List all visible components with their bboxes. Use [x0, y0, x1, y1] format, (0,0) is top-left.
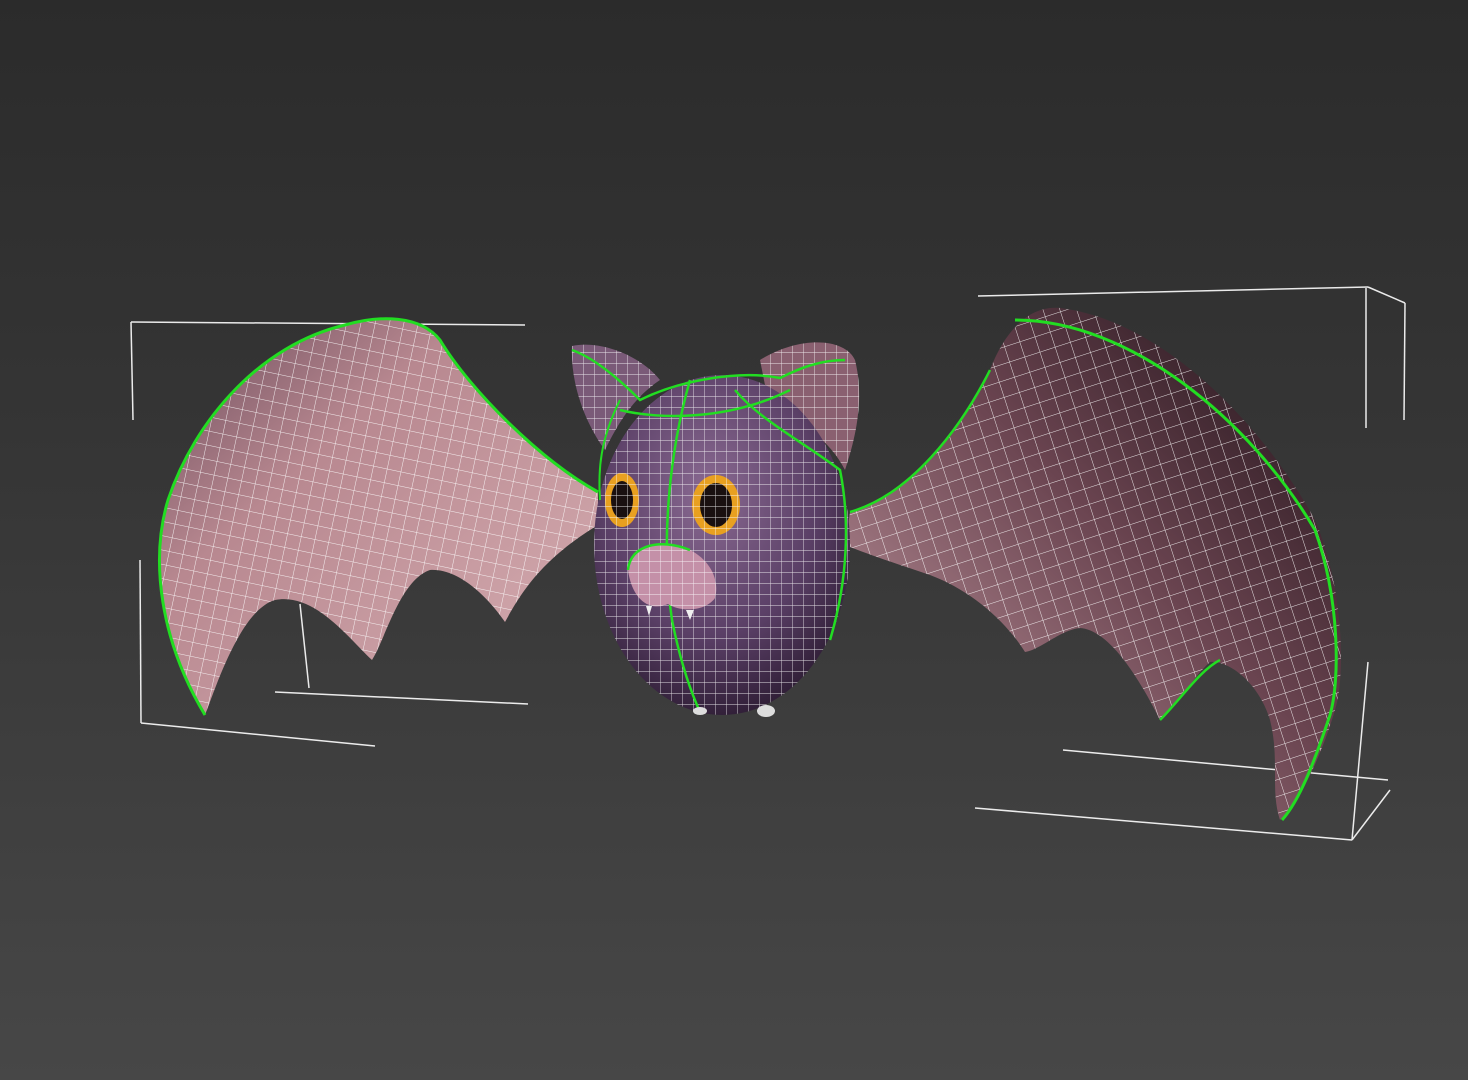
left-eye	[605, 473, 639, 527]
left-wing[interactable]	[158, 317, 599, 716]
scene-canvas[interactable]	[0, 0, 1468, 1080]
3d-viewport[interactable]	[0, 0, 1468, 1080]
right-wing[interactable]	[845, 307, 1341, 822]
right-eye	[692, 475, 740, 535]
